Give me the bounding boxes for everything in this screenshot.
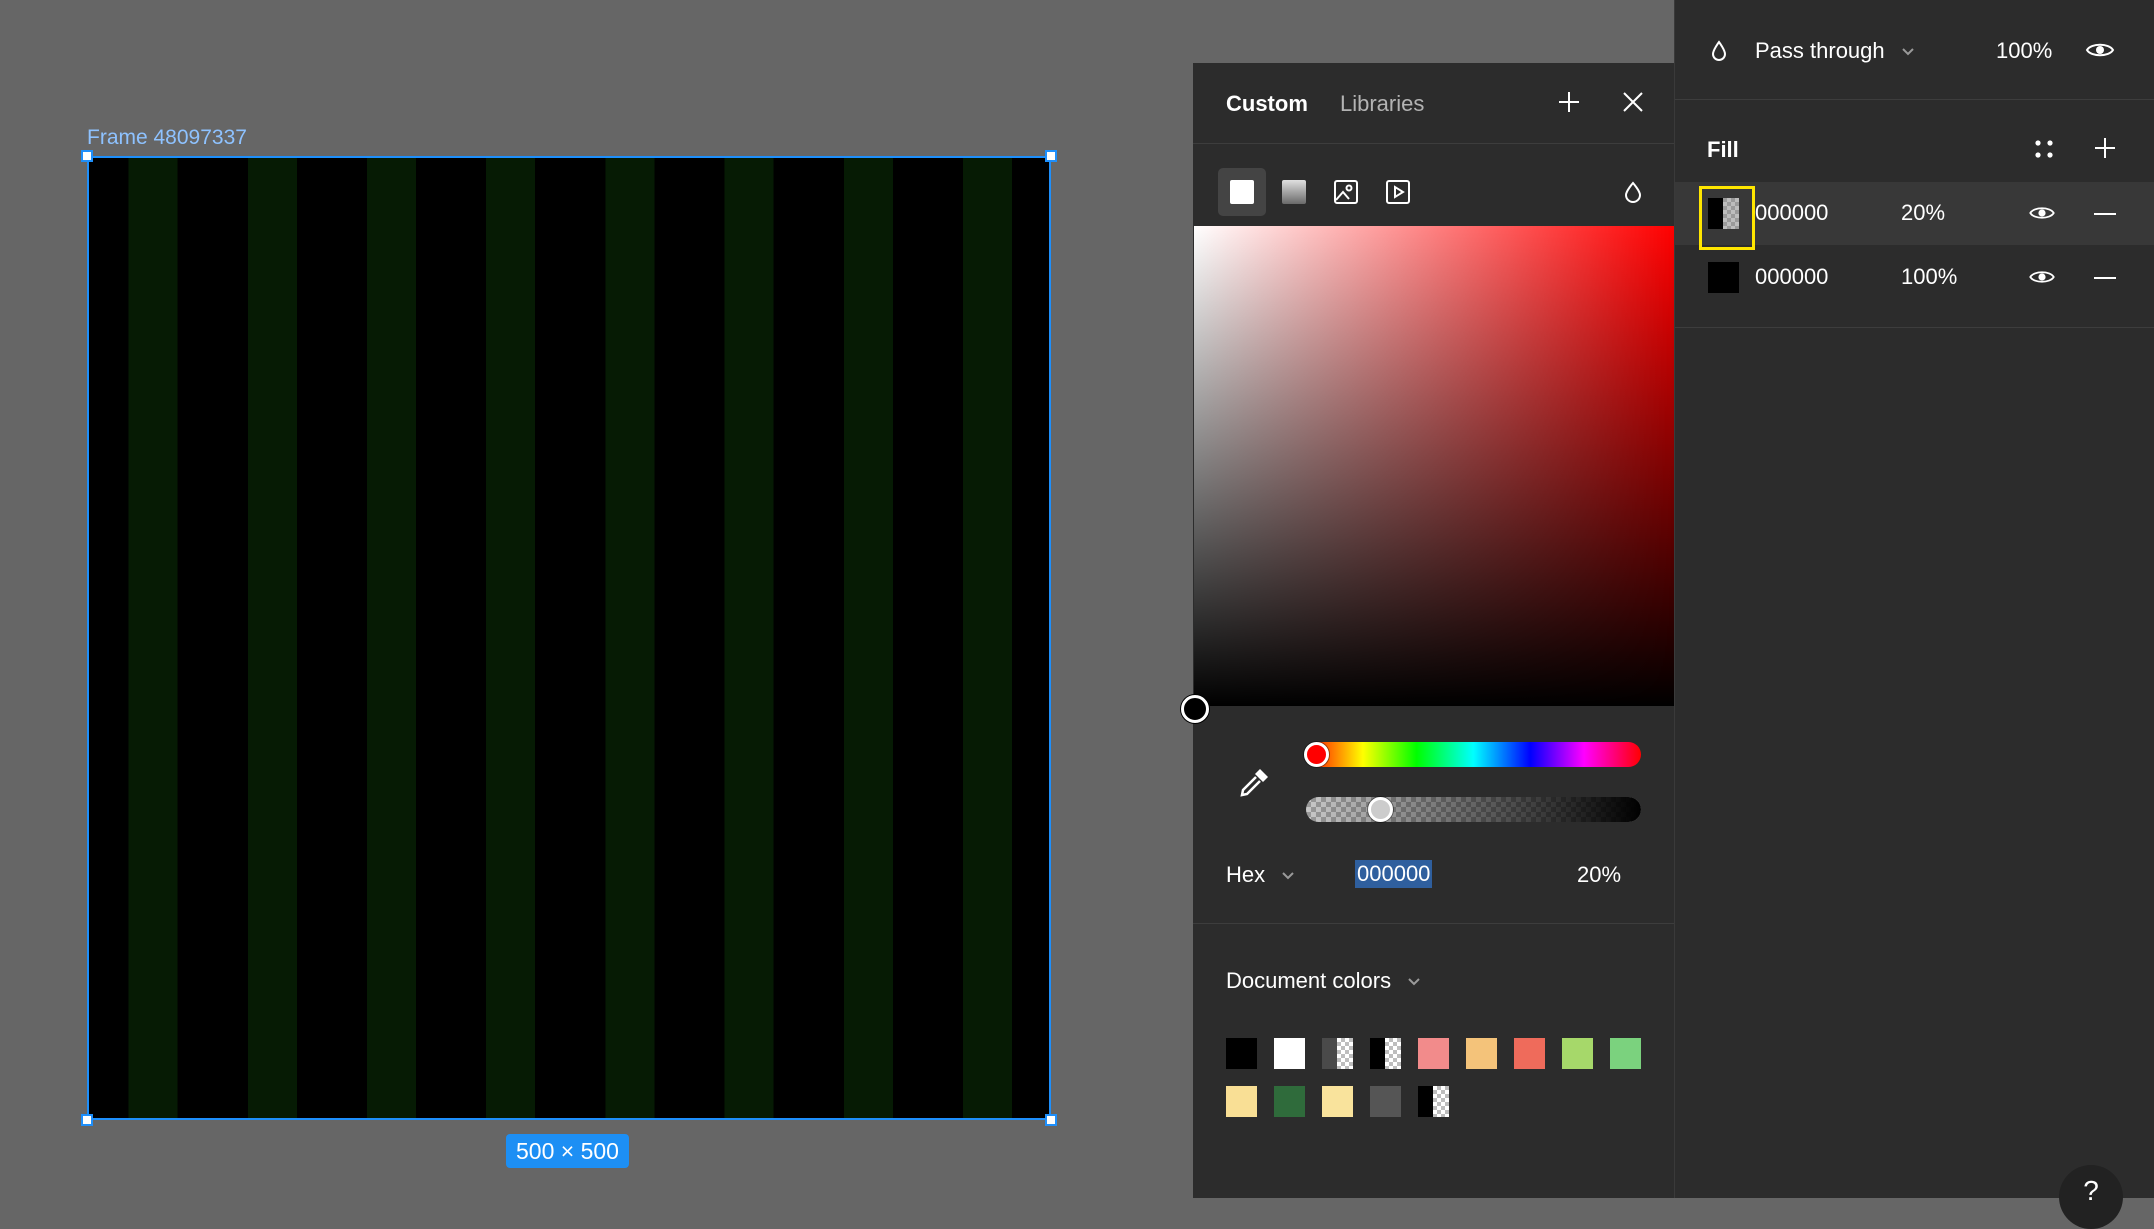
resize-handle-bottom-left[interactable] <box>81 1114 93 1126</box>
eye-icon[interactable] <box>2028 268 2056 286</box>
document-color-swatch[interactable] <box>1322 1038 1353 1069</box>
document-color-swatch[interactable] <box>1274 1038 1305 1069</box>
close-icon[interactable] <box>1617 86 1649 118</box>
dimension-badge: 500 × 500 <box>506 1134 629 1168</box>
document-colors-label: Document colors <box>1226 968 1392 993</box>
document-color-swatch[interactable] <box>1562 1038 1593 1069</box>
document-color-swatch[interactable] <box>1418 1086 1449 1117</box>
resize-handle-top-right[interactable] <box>1045 150 1057 162</box>
gradient-fill-icon[interactable] <box>1270 168 1318 216</box>
tab-libraries[interactable]: Libraries <box>1340 91 1424 117</box>
color-format-dropdown[interactable]: Hex <box>1226 862 1295 888</box>
eye-icon[interactable] <box>2085 40 2115 60</box>
chevron-down-icon <box>1408 978 1420 986</box>
remove-fill-icon[interactable] <box>2093 212 2117 216</box>
frame-label[interactable]: Frame 48097337 <box>87 126 247 150</box>
solid-fill-icon[interactable] <box>1218 168 1266 216</box>
fill-opacity-input[interactable]: 100% <box>1901 264 1957 290</box>
document-color-swatch[interactable] <box>1370 1086 1401 1117</box>
video-fill-icon[interactable] <box>1374 168 1422 216</box>
properties-panel: Pass through 100% Fill 000000 20% 000000… <box>1674 0 2154 1229</box>
color-selector-thumb[interactable] <box>1181 695 1209 723</box>
color-picker-popover: Custom Libraries Hex 000000 20% Document… <box>1181 63 1674 1198</box>
alpha-slider-thumb[interactable] <box>1368 797 1393 822</box>
alpha-input[interactable]: 20% <box>1577 862 1621 888</box>
chevron-down-icon <box>1902 48 1914 56</box>
saturation-brightness-area[interactable] <box>1194 226 1674 706</box>
document-color-swatch[interactable] <box>1226 1086 1257 1117</box>
resize-handle-top-left[interactable] <box>81 150 93 162</box>
document-color-swatch[interactable] <box>1274 1086 1305 1117</box>
blend-mode-label: Pass through <box>1755 38 1885 63</box>
help-label: ? <box>2083 1175 2099 1206</box>
picker-header: Custom Libraries <box>1193 63 1674 144</box>
fill-row[interactable]: 000000 20% <box>1675 182 2154 250</box>
hex-input[interactable]: 000000 <box>1355 860 1433 888</box>
fill-title: Fill <box>1707 137 1739 162</box>
document-color-swatch[interactable] <box>1466 1038 1497 1069</box>
fill-swatch[interactable] <box>1708 262 1739 293</box>
tab-custom[interactable]: Custom <box>1226 91 1308 117</box>
chevron-down-icon <box>1282 872 1294 880</box>
fill-row[interactable]: 000000 100% <box>1675 246 2154 309</box>
alpha-slider[interactable] <box>1306 797 1641 822</box>
help-button[interactable]: ? <box>2059 1165 2123 1229</box>
style-grid-icon[interactable] <box>2033 138 2055 160</box>
document-color-swatch[interactable] <box>1418 1038 1449 1069</box>
document-color-swatch[interactable] <box>1226 1038 1257 1069</box>
fill-opacity-input[interactable]: 20% <box>1901 200 1945 226</box>
plus-icon[interactable] <box>1553 86 1585 118</box>
document-color-swatch[interactable] <box>1514 1038 1545 1069</box>
add-fill-icon[interactable] <box>2093 136 2117 160</box>
color-format-label: Hex <box>1226 862 1266 887</box>
document-color-swatch[interactable] <box>1610 1038 1641 1069</box>
eyedropper-icon[interactable] <box>1236 765 1272 801</box>
document-colors-dropdown[interactable]: Document colors <box>1226 968 1421 994</box>
layer-section: Pass through 100% <box>1675 0 2154 100</box>
hue-slider-thumb[interactable] <box>1304 742 1329 767</box>
document-color-swatch[interactable] <box>1370 1038 1401 1069</box>
image-fill-icon[interactable] <box>1322 168 1370 216</box>
layer-opacity-input[interactable]: 100% <box>1996 38 2052 64</box>
eye-icon[interactable] <box>2028 204 2056 222</box>
fill-section: Fill 000000 20% 000000 100% <box>1675 100 2154 328</box>
frame-48097337[interactable] <box>87 156 1051 1120</box>
opacity-drop-icon[interactable] <box>1609 168 1657 216</box>
fill-hex-input[interactable]: 000000 <box>1755 264 1828 290</box>
divider <box>1193 923 1674 924</box>
blend-mode-dropdown[interactable]: Pass through <box>1755 38 1915 64</box>
document-color-swatch[interactable] <box>1322 1086 1353 1117</box>
fill-swatch[interactable] <box>1708 198 1739 229</box>
blend-mode-icon <box>1711 40 1727 62</box>
remove-fill-icon[interactable] <box>2093 276 2117 280</box>
resize-handle-bottom-right[interactable] <box>1045 1114 1057 1126</box>
fill-hex-input[interactable]: 000000 <box>1755 200 1828 226</box>
hue-slider[interactable] <box>1306 742 1641 767</box>
